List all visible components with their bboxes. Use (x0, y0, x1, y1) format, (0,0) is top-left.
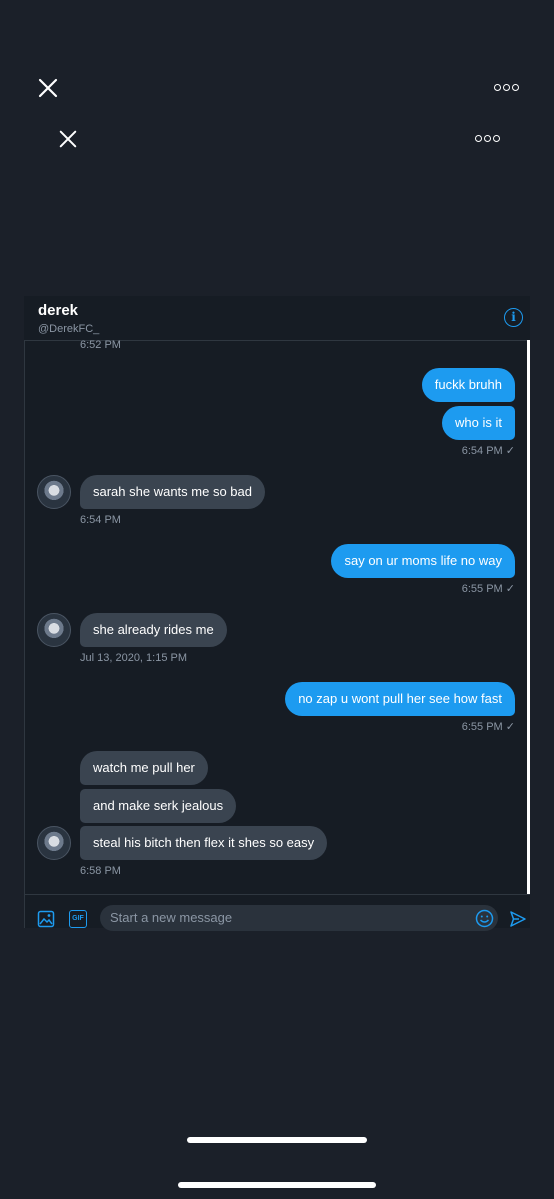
send-icon[interactable] (509, 910, 527, 928)
conversation-name[interactable]: derek (38, 302, 78, 319)
timestamp: 6:54 PM (80, 514, 121, 526)
dm-screenshot: derek @DerekFC_ i 6:52 PM fuckk bruhh wh… (24, 296, 530, 931)
conversation-handle: @DerekFC_ (38, 323, 100, 335)
received-message[interactable]: watch me pull her (80, 751, 208, 785)
home-indicator[interactable] (187, 1137, 367, 1143)
emoji-icon[interactable] (475, 909, 494, 928)
received-message[interactable]: and make serk jealous (80, 789, 237, 823)
avatar[interactable] (37, 826, 71, 860)
sent-message[interactable]: who is it (442, 406, 515, 440)
more-icon[interactable] (475, 135, 500, 142)
timestamp: 6:52 PM (80, 339, 121, 351)
composer-divider (24, 894, 530, 895)
image-icon[interactable] (37, 910, 55, 928)
avatar[interactable] (37, 613, 71, 647)
sent-message[interactable]: say on ur moms life no way (331, 544, 515, 578)
received-message[interactable]: she already rides me (80, 613, 227, 647)
message-input[interactable]: Start a new message (100, 905, 498, 931)
gif-icon[interactable]: GIF (69, 910, 87, 928)
sent-message[interactable]: no zap u wont pull her see how fast (285, 682, 515, 716)
close-icon[interactable] (37, 77, 59, 99)
sent-message[interactable]: fuckk bruhh (421, 368, 515, 402)
home-indicator[interactable] (178, 1182, 376, 1188)
received-message[interactable]: steal his bitch then flex it shes so eas… (80, 826, 328, 860)
more-icon[interactable] (494, 84, 519, 91)
info-icon[interactable]: i (504, 308, 523, 327)
right-edge (527, 340, 530, 894)
timestamp: 6:58 PM (80, 865, 121, 877)
received-message[interactable]: sarah she wants me so bad (80, 475, 265, 509)
left-divider (24, 340, 25, 928)
timestamp: Jul 13, 2020, 1:15 PM (80, 652, 188, 664)
conversation-header: derek @DerekFC_ i (24, 296, 530, 340)
timestamp: 6:55 PM ✓ (461, 583, 515, 595)
close-icon[interactable] (58, 129, 78, 149)
avatar[interactable] (37, 475, 71, 509)
timestamp: 6:55 PM ✓ (461, 721, 515, 733)
timestamp: 6:54 PM ✓ (461, 445, 515, 457)
